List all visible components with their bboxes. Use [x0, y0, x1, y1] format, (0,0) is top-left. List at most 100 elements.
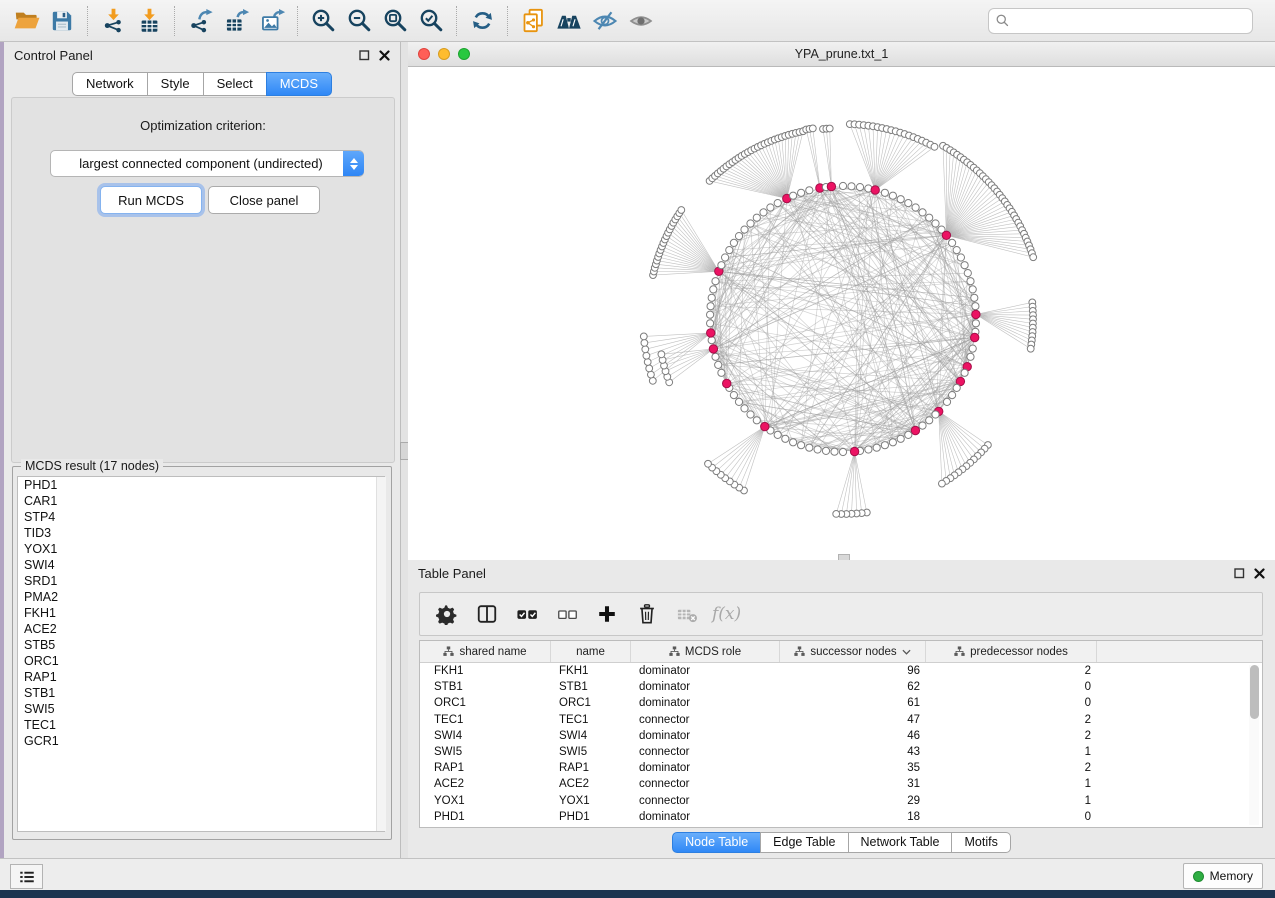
mcds-result-item[interactable]: STB5	[18, 637, 384, 653]
zoom-fit-icon[interactable]	[377, 4, 413, 38]
mcds-result-item[interactable]: ACE2	[18, 621, 384, 637]
network-window-titlebar[interactable]: YPA_prune.txt_1	[408, 42, 1275, 67]
table-cell-filler	[1097, 695, 1262, 711]
sort-chevron-icon	[902, 649, 911, 655]
tab-select[interactable]: Select	[203, 72, 267, 96]
table-row[interactable]: TEC1TEC1connector472	[420, 712, 1262, 728]
tab-mcds[interactable]: MCDS	[266, 72, 332, 96]
close-panel-icon[interactable]	[379, 50, 390, 61]
mcds-tab-content: Optimization criterion: largest connecte…	[11, 97, 395, 463]
table-row[interactable]: ACE2ACE2connector311	[420, 776, 1262, 792]
mcds-result-item[interactable]: STP4	[18, 509, 384, 525]
table-cell: 96	[780, 663, 926, 679]
main-toolbar	[0, 0, 1275, 42]
table-scrollbar-thumb[interactable]	[1250, 665, 1259, 719]
export-table-icon[interactable]	[218, 4, 254, 38]
mcds-result-item[interactable]: PMA2	[18, 589, 384, 605]
table-row[interactable]: RAP1RAP1dominator352	[420, 760, 1262, 776]
tab-style[interactable]: Style	[147, 72, 204, 96]
mcds-result-item[interactable]: TID3	[18, 525, 384, 541]
open-folder-icon[interactable]	[8, 4, 44, 38]
delete-table-icon[interactable]	[672, 599, 702, 629]
mcds-result-item[interactable]: STB1	[18, 685, 384, 701]
table-cell: 18	[780, 809, 926, 825]
table-row[interactable]: FKH1FKH1dominator962	[420, 663, 1262, 679]
search-box[interactable]	[988, 8, 1253, 34]
toolbar-separator	[507, 6, 508, 36]
zoom-selected-icon[interactable]	[413, 4, 449, 38]
column-header-name[interactable]: name	[551, 641, 631, 662]
table-cell: 62	[780, 679, 926, 695]
mcds-result-item[interactable]: TEC1	[18, 717, 384, 733]
table-row[interactable]: SWI4SWI4dominator462	[420, 728, 1262, 744]
task-history-button[interactable]	[10, 864, 43, 889]
zoom-in-icon[interactable]	[305, 4, 341, 38]
select-all-checkboxes-icon[interactable]	[512, 599, 542, 629]
search-binoculars-icon[interactable]	[551, 4, 587, 38]
run-mcds-button[interactable]: Run MCDS	[100, 186, 202, 214]
mcds-result-item[interactable]: ORC1	[18, 653, 384, 669]
tab-edge-table[interactable]: Edge Table	[760, 832, 848, 853]
tab-motifs[interactable]: Motifs	[951, 832, 1010, 853]
mcds-result-list[interactable]: PHD1CAR1STP4TID3YOX1SWI4SRD1PMA2FKH1ACE2…	[17, 476, 385, 832]
hide-selected-eye-icon[interactable]	[587, 4, 623, 38]
optimization-criterion-select[interactable]: largest connected component (undirected)	[50, 150, 364, 177]
toolbar-separator	[87, 6, 88, 36]
mcds-result-item[interactable]: SWI4	[18, 557, 384, 573]
mcds-result-item[interactable]: CAR1	[18, 493, 384, 509]
close-panel-icon[interactable]	[1254, 568, 1265, 579]
table-row[interactable]: ORC1ORC1dominator610	[420, 695, 1262, 711]
table-row[interactable]: YOX1YOX1connector291	[420, 793, 1262, 809]
delete-column-icon[interactable]	[632, 599, 662, 629]
node-table[interactable]: shared namenameMCDS rolesuccessor nodesp…	[419, 640, 1263, 828]
column-header-predecessor-nodes[interactable]: predecessor nodes	[926, 641, 1097, 662]
column-header-successor-nodes[interactable]: successor nodes	[780, 641, 926, 662]
tab-network-table[interactable]: Network Table	[848, 832, 953, 853]
zoom-out-icon[interactable]	[341, 4, 377, 38]
table-scrollbar[interactable]	[1249, 665, 1259, 825]
table-cell: ACE2	[420, 776, 551, 792]
export-image-icon[interactable]	[254, 4, 290, 38]
function-builder-icon[interactable]: f(x)	[712, 604, 741, 624]
save-icon[interactable]	[44, 4, 80, 38]
table-cell-filler	[1097, 760, 1262, 776]
column-header-shared-name[interactable]: shared name	[420, 641, 551, 662]
mcds-list-scrollbar[interactable]	[376, 477, 386, 831]
import-table-icon[interactable]	[131, 4, 167, 38]
network-graph[interactable]	[408, 67, 1275, 561]
clone-network-icon[interactable]	[515, 4, 551, 38]
mcds-result-item[interactable]: FKH1	[18, 605, 384, 621]
table-cell: 0	[926, 809, 1097, 825]
tab-network[interactable]: Network	[72, 72, 148, 96]
column-type-icon	[954, 646, 965, 657]
memory-button[interactable]: Memory	[1183, 863, 1263, 889]
split-columns-icon[interactable]	[472, 599, 502, 629]
add-column-icon[interactable]	[592, 599, 622, 629]
table-cell: 46	[780, 728, 926, 744]
mcds-result-item[interactable]: SWI5	[18, 701, 384, 717]
show-eye-icon[interactable]	[623, 4, 659, 38]
import-network-icon[interactable]	[95, 4, 131, 38]
float-panel-icon[interactable]	[359, 50, 370, 61]
table-row[interactable]: SWI5SWI5connector431	[420, 744, 1262, 760]
search-icon	[995, 13, 1010, 28]
table-row[interactable]: PHD1PHD1dominator180	[420, 809, 1262, 825]
mcds-result-item[interactable]: RAP1	[18, 669, 384, 685]
tab-node-table[interactable]: Node Table	[672, 832, 761, 853]
mcds-result-item[interactable]: GCR1	[18, 733, 384, 749]
export-network-icon[interactable]	[182, 4, 218, 38]
float-panel-icon[interactable]	[1234, 568, 1245, 579]
mcds-result-item[interactable]: YOX1	[18, 541, 384, 557]
mcds-result-item[interactable]: SRD1	[18, 573, 384, 589]
deselect-all-checkboxes-icon[interactable]	[552, 599, 582, 629]
column-header-MCDS-role[interactable]: MCDS role	[631, 641, 780, 662]
refresh-icon[interactable]	[464, 4, 500, 38]
table-row[interactable]: STB1STB1dominator620	[420, 679, 1262, 695]
close-panel-button[interactable]: Close panel	[208, 186, 320, 214]
memory-label: Memory	[1210, 869, 1253, 883]
search-input[interactable]	[1015, 12, 1246, 29]
mcds-result-item[interactable]: PHD1	[18, 477, 384, 493]
table-cell: dominator	[631, 728, 780, 744]
gear-icon[interactable]	[432, 599, 462, 629]
network-window-title: YPA_prune.txt_1	[408, 47, 1275, 61]
